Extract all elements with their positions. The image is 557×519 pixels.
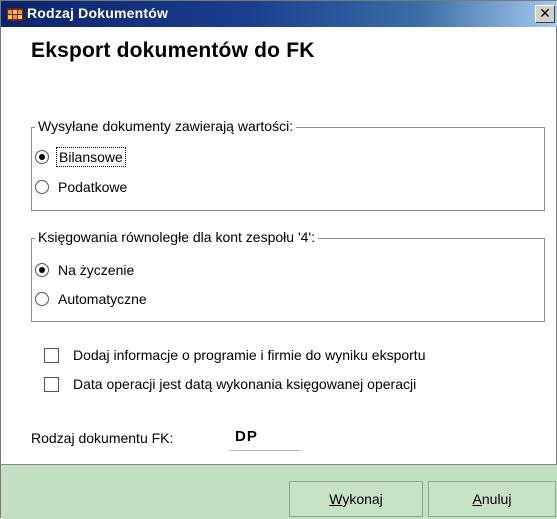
radio-bilansowe-indicator[interactable] bbox=[35, 150, 49, 164]
close-icon: ✕ bbox=[539, 5, 551, 21]
dialog-window: Rodzaj Dokumentów ✕ Eksport dokumentów d… bbox=[0, 0, 557, 519]
page-title: Eksport dokumentów do FK bbox=[31, 39, 315, 62]
checkbox-add-info-label: Dodaj informacje o programie i firmie do… bbox=[73, 347, 426, 363]
values-group: Wysyłane dokumenty zawierają wartości: bbox=[31, 118, 545, 211]
execute-button[interactable]: Wykonaj bbox=[289, 481, 423, 517]
fk-doc-type-label: Rodzaj dokumentu FK: bbox=[31, 430, 174, 446]
radio-na-zyczenie-label: Na życzenie bbox=[58, 262, 135, 278]
radio-automatyczne[interactable]: Automatyczne bbox=[35, 291, 147, 307]
radio-podatkowe-label: Podatkowe bbox=[58, 179, 128, 195]
checkbox-add-info[interactable]: Dodaj informacje o programie i firmie do… bbox=[44, 347, 425, 363]
values-group-legend: Wysyłane dokumenty zawierają wartości: bbox=[35, 118, 297, 134]
title-bar[interactable]: Rodzaj Dokumentów ✕ bbox=[1, 1, 557, 27]
cancel-accel: A bbox=[472, 491, 482, 507]
close-button[interactable]: ✕ bbox=[535, 5, 555, 23]
parallel-group-legend: Księgowania równoległe dla kont zespołu … bbox=[35, 229, 318, 245]
checkbox-operation-date[interactable]: Data operacji jest datą wykonania księgo… bbox=[44, 376, 416, 392]
fk-doc-type-field[interactable]: DP bbox=[229, 426, 301, 451]
app-icon bbox=[7, 8, 23, 21]
radio-na-zyczenie[interactable]: Na życzenie bbox=[35, 262, 134, 278]
execute-label: ykonaj bbox=[342, 491, 383, 507]
radio-podatkowe[interactable]: Podatkowe bbox=[35, 179, 127, 195]
radio-automatyczne-label: Automatyczne bbox=[58, 291, 147, 307]
cancel-button[interactable]: Anuluj bbox=[428, 481, 556, 517]
parallel-group: Księgowania równoległe dla kont zespołu … bbox=[31, 229, 545, 322]
checkbox-operation-date-label: Data operacji jest datą wykonania księgo… bbox=[73, 376, 417, 392]
cancel-label: nuluj bbox=[481, 491, 512, 507]
radio-bilansowe-label: Bilansowe bbox=[56, 147, 126, 167]
radio-podatkowe-indicator[interactable] bbox=[35, 180, 49, 194]
checkbox-add-info-box[interactable] bbox=[44, 347, 59, 363]
checkbox-operation-date-box[interactable] bbox=[44, 376, 59, 392]
radio-automatyczne-indicator[interactable] bbox=[35, 292, 49, 306]
execute-accel: W bbox=[329, 491, 343, 507]
radio-bilansowe[interactable]: Bilansowe bbox=[35, 147, 126, 167]
window-title: Rodzaj Dokumentów bbox=[27, 5, 169, 21]
radio-na-zyczenie-indicator[interactable] bbox=[35, 263, 49, 277]
